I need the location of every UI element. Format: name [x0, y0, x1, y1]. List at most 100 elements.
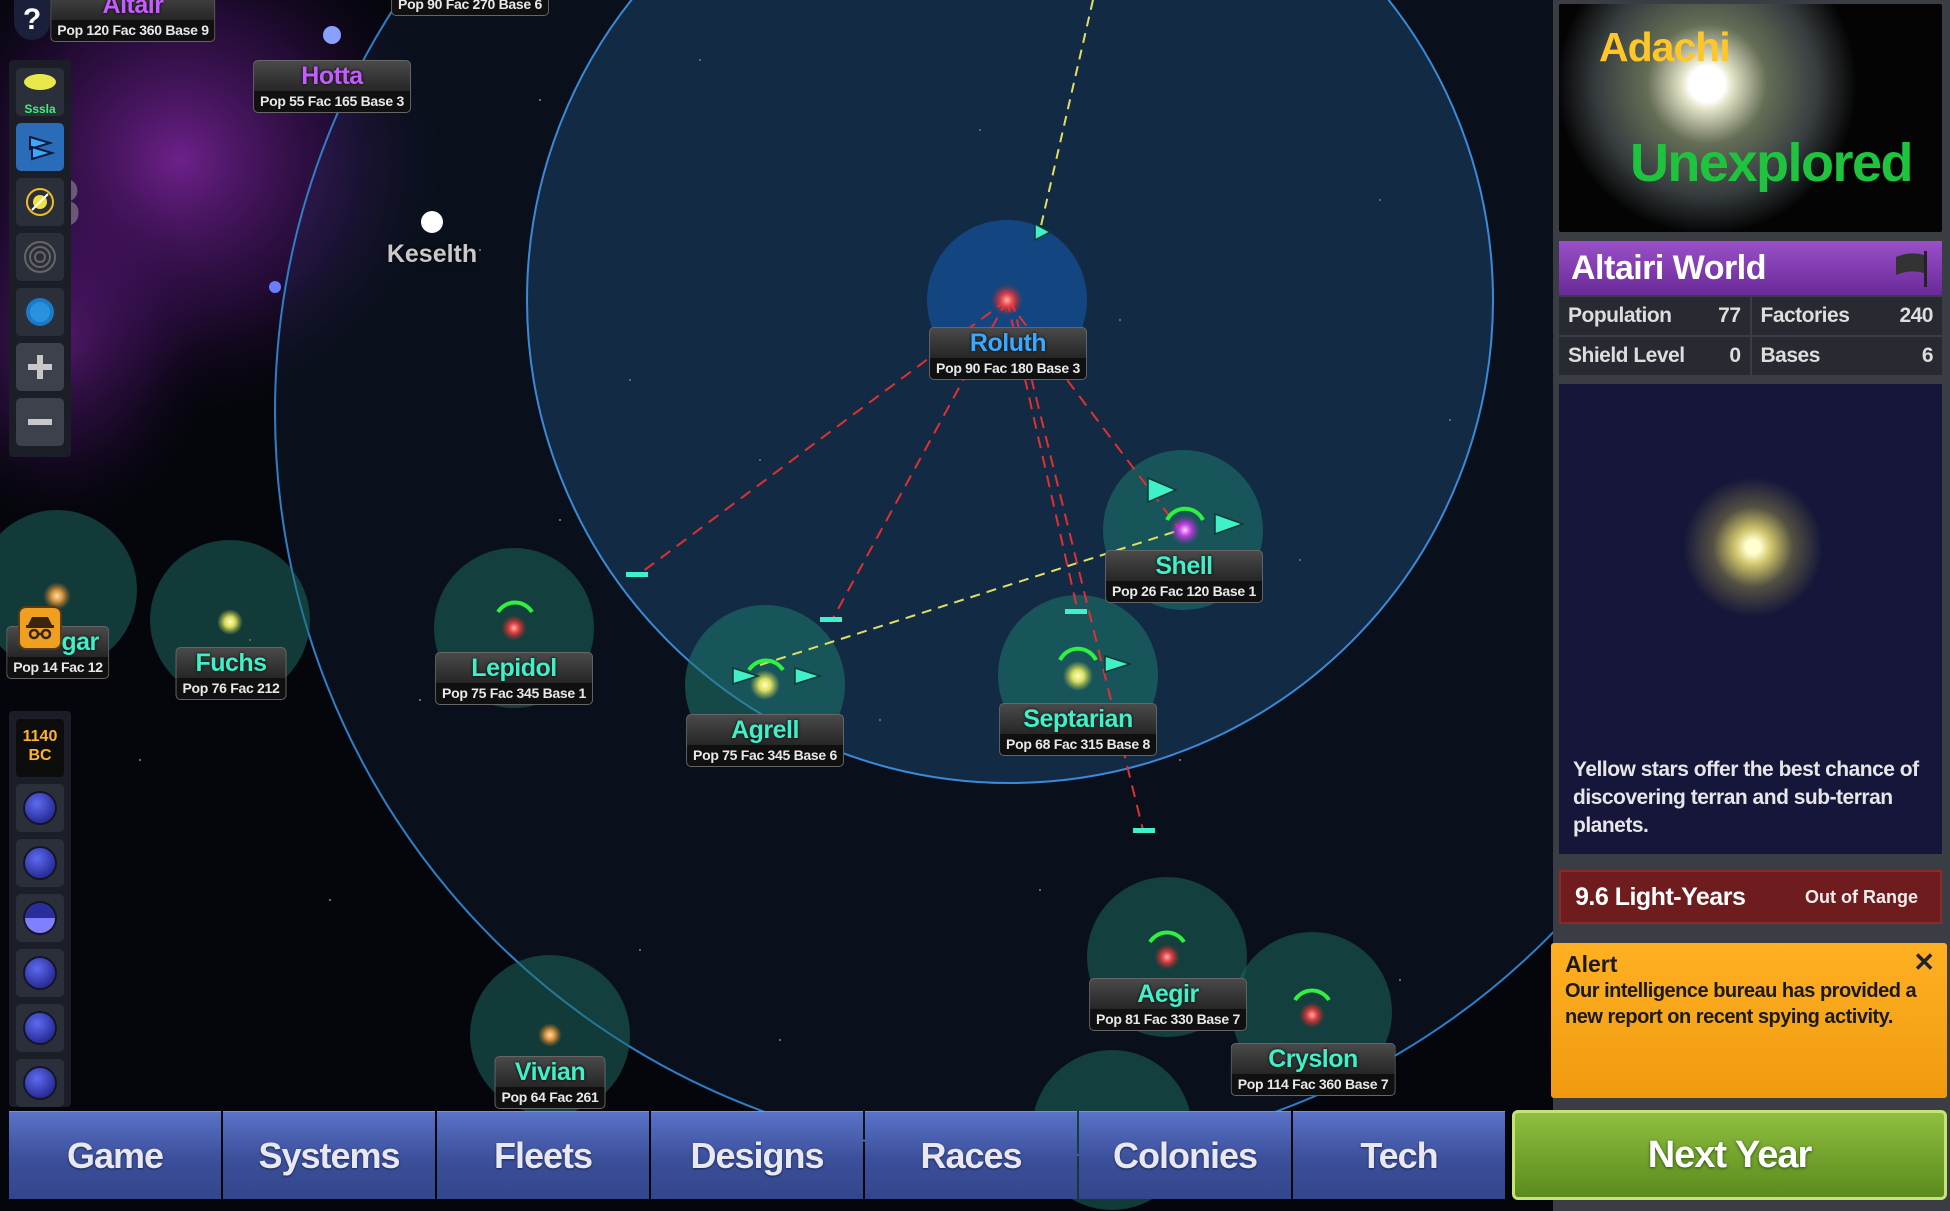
star-view: Adachi Unexplored: [1559, 4, 1942, 232]
system-stats: Pop 120 Fac 360 Base 9: [50, 20, 216, 42]
help-button[interactable]: ?: [14, 0, 50, 40]
planet-icon: [26, 298, 54, 326]
star-cryslon: [1299, 1002, 1325, 1028]
planet-orb-icon: [25, 848, 55, 878]
planet-orb-icon: [25, 958, 55, 988]
star-keselth: [421, 211, 443, 233]
stat-value: 240: [1899, 304, 1933, 327]
zoom-in-button[interactable]: [16, 343, 64, 391]
system-name: Aegir: [1089, 978, 1247, 1009]
map-toolbar: Sssla: [9, 60, 71, 457]
star-vivian: [538, 1023, 562, 1047]
nav-game-button[interactable]: Game: [9, 1111, 221, 1199]
planet-slot-button[interactable]: [16, 949, 64, 997]
system-name: Altair: [50, 0, 216, 20]
stat-row: Population 77 Factories 240: [1559, 297, 1942, 335]
planet-slot-button[interactable]: [16, 1059, 64, 1107]
system-stats: Pop 75 Fac 345 Base 1: [435, 683, 593, 705]
planet-orb-icon: [25, 793, 55, 823]
planet-slot-button[interactable]: [16, 1004, 64, 1052]
system-label-vivian[interactable]: Vivian Pop 64 Fac 261: [494, 1056, 606, 1109]
stat-value: 6: [1921, 344, 1934, 367]
system-label-agrell[interactable]: Agrell Pop 75 Fac 345 Base 6: [686, 714, 844, 767]
system-stats: Pop 14 Fac 12: [6, 657, 110, 679]
planet-view: Yellow stars offer the best chance of di…: [1559, 384, 1942, 854]
range-rings-icon: [24, 241, 56, 273]
planet-slot-button[interactable]: [16, 894, 64, 942]
bases-stat: Bases 6: [1751, 337, 1942, 375]
system-label-altair[interactable]: Altair Pop 120 Fac 360 Base 9: [50, 0, 216, 42]
star-status: Unexplored: [1629, 133, 1914, 193]
system-label-hotta[interactable]: Hotta Pop 55 Fac 165 Base 3: [253, 60, 411, 113]
range-rings-button[interactable]: [16, 233, 64, 281]
star-hotta: [323, 26, 341, 44]
star-septarian: [1063, 661, 1093, 691]
treasury-unit: BC: [28, 747, 52, 764]
plus-icon: [28, 355, 52, 379]
system-stats: Pop 90 Fac 270 Base 6: [391, 0, 549, 16]
system-label-septarian[interactable]: Septarian Pop 68 Fac 315 Base 8: [999, 703, 1157, 756]
star-label-keselth[interactable]: Keselth: [387, 240, 477, 269]
system-label-cryslon[interactable]: Cryslon Pop 114 Fac 360 Base 7: [1230, 1043, 1396, 1096]
stat-value: 77: [1718, 304, 1741, 327]
race-view-button[interactable]: Sssla: [16, 68, 64, 116]
star-target-button[interactable]: [16, 178, 64, 226]
nav-races-button[interactable]: Races: [865, 1111, 1077, 1199]
next-year-button[interactable]: Next Year: [1512, 1110, 1947, 1200]
range-status: Out of Range: [1805, 886, 1918, 907]
nav-systems-button[interactable]: Systems: [223, 1111, 435, 1199]
world-title: Altairi World: [1559, 241, 1942, 295]
fleet-route-icon: [29, 135, 56, 161]
planet-orb-icon: [25, 1013, 55, 1043]
population-stat: Population 77: [1559, 297, 1750, 335]
planet-slot-button[interactable]: [16, 839, 64, 887]
system-stats: Pop 81 Fac 330 Base 7: [1089, 1009, 1247, 1031]
system-label-aegir[interactable]: Aegir Pop 81 Fac 330 Base 7: [1089, 978, 1247, 1031]
system-label-fuchs[interactable]: Fuchs Pop 76 Fac 212: [175, 647, 287, 700]
spy-icon[interactable]: [18, 606, 62, 650]
planet-view-button[interactable]: [16, 288, 64, 336]
nav-fleets-button[interactable]: Fleets: [437, 1111, 649, 1199]
system-label-shell[interactable]: Shell Pop 26 Fac 120 Base 1: [1105, 550, 1263, 603]
nav-designs-button[interactable]: Designs: [651, 1111, 863, 1199]
planet-toolbar: 1140 BC: [9, 711, 71, 1107]
planet-orb-icon: [25, 903, 55, 933]
stat-row: Shield Level 0 Bases 6: [1559, 337, 1942, 375]
alert-box[interactable]: Alert Our intelligence bureau has provid…: [1551, 943, 1947, 1098]
alert-text: Our intelligence bureau has provided a n…: [1565, 980, 1917, 1028]
race-planet-icon: [24, 74, 56, 90]
fleet-route-button[interactable]: [16, 123, 64, 171]
star-name: Adachi: [1599, 24, 1731, 70]
system-stats: Pop 68 Fac 315 Base 8: [999, 734, 1157, 756]
stat-label: Bases: [1760, 344, 1821, 367]
star-shell: [1170, 515, 1200, 545]
star-aegir: [1154, 944, 1180, 970]
system-label-topcut[interactable]: Pop 90 Fac 270 Base 6: [391, 0, 549, 16]
nav-tech-button[interactable]: Tech: [1293, 1111, 1505, 1199]
treasury-amount: 1140: [22, 728, 58, 745]
flag-icon[interactable]: [1890, 247, 1932, 289]
close-icon[interactable]: ✕: [1913, 947, 1935, 978]
planet-slot-button[interactable]: [16, 784, 64, 832]
planet-orb-icon: [25, 1068, 55, 1098]
system-stats: Pop 55 Fac 165 Base 3: [253, 91, 411, 113]
system-name: Fuchs: [175, 647, 287, 678]
nav-colonies-button[interactable]: Colonies: [1079, 1111, 1291, 1199]
treasury-display: 1140 BC: [16, 719, 64, 777]
shield-stat: Shield Level 0: [1559, 337, 1750, 375]
factories-stat: Factories 240: [1751, 297, 1942, 335]
star-description: Yellow stars offer the best chance of di…: [1573, 758, 1919, 837]
system-label-lepidol[interactable]: Lepidol Pop 75 Fac 345 Base 1: [435, 652, 593, 705]
zoom-out-button[interactable]: [16, 398, 64, 446]
minus-icon: [28, 419, 52, 425]
system-name: Hotta: [253, 60, 411, 91]
system-name: Roluth: [929, 327, 1087, 358]
system-label-roluth[interactable]: Roluth Pop 90 Fac 180 Base 3: [929, 327, 1087, 380]
star-lepidol: [501, 615, 527, 641]
system-name: Septarian: [999, 703, 1157, 734]
stat-label: Factories: [1760, 304, 1850, 327]
system-stats: Pop 75 Fac 345 Base 6: [686, 745, 844, 767]
stat-label: Population: [1568, 304, 1672, 327]
system-name: Agrell: [686, 714, 844, 745]
world-title-text: Altairi World: [1571, 249, 1767, 287]
